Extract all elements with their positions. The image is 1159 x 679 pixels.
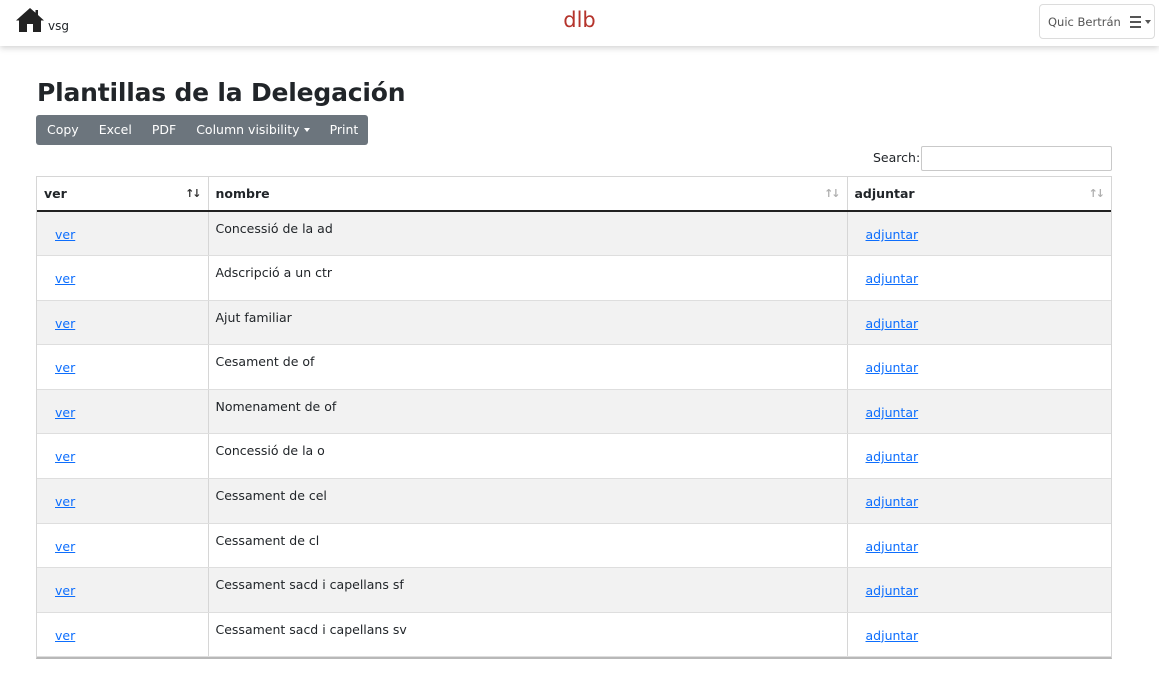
cell-ver: ver: [37, 478, 209, 524]
adjuntar-link[interactable]: adjuntar: [866, 539, 919, 554]
sort-arrows-icon: ↑↓: [185, 187, 202, 200]
column-header-nombre[interactable]: nombre ↑↓: [208, 177, 848, 212]
cell-adjuntar: adjuntar: [847, 300, 1111, 346]
cell-adjuntar: adjuntar: [847, 255, 1111, 301]
column-header-ver[interactable]: ver ↑↓: [37, 177, 209, 212]
cell-adjuntar: adjuntar: [847, 612, 1111, 658]
ver-link[interactable]: ver: [55, 405, 75, 420]
page-title: Plantillas de la Delegación: [37, 78, 406, 107]
ver-link[interactable]: ver: [55, 316, 75, 331]
cell-adjuntar: adjuntar: [847, 567, 1111, 613]
ver-link[interactable]: ver: [55, 628, 75, 643]
cell-ver: ver: [37, 523, 209, 569]
cell-nombre: Adscripció a un ctr: [208, 255, 848, 301]
hamburger-menu-icon: [1129, 15, 1141, 28]
cell-adjuntar: adjuntar: [847, 478, 1111, 524]
cell-ver: ver: [37, 567, 209, 613]
sort-arrows-icon: ↑↓: [824, 187, 841, 200]
column-header-adjuntar[interactable]: adjuntar ↑↓: [847, 177, 1111, 212]
cell-nombre: Cessament de cel: [208, 478, 848, 524]
table-row: ver Nomenament de of adjuntar: [37, 389, 1111, 435]
adjuntar-link[interactable]: adjuntar: [866, 227, 919, 242]
adjuntar-link[interactable]: adjuntar: [866, 494, 919, 509]
excel-button[interactable]: Excel: [89, 115, 142, 145]
adjuntar-link[interactable]: adjuntar: [866, 360, 919, 375]
cell-nombre: Nomenament de of: [208, 389, 848, 435]
cell-ver: ver: [37, 344, 209, 390]
cell-adjuntar: adjuntar: [847, 389, 1111, 435]
cell-nombre: Ajut familiar: [208, 300, 848, 346]
search-input[interactable]: [921, 146, 1112, 171]
user-menu-button[interactable]: Quic Bertrán: [1039, 4, 1155, 39]
cell-nombre: Concessió de la o: [208, 433, 848, 480]
ver-link[interactable]: ver: [55, 227, 75, 242]
cell-nombre: Cessament de cl: [208, 523, 848, 569]
adjuntar-link[interactable]: adjuntar: [866, 628, 919, 643]
table-row: ver Cessament de cel adjuntar: [37, 478, 1111, 524]
copy-button[interactable]: Copy: [36, 115, 89, 145]
table-row: ver Cessament sacd i capellans sf adjuntar: [37, 567, 1111, 613]
print-button[interactable]: Print: [320, 115, 369, 145]
ver-link[interactable]: ver: [55, 494, 75, 509]
cell-nombre: Concessió de la ad: [208, 211, 848, 257]
cell-ver: ver: [37, 612, 209, 658]
cell-adjuntar: adjuntar: [847, 433, 1111, 480]
chevron-down-icon: [303, 128, 310, 132]
table-row: ver Adscripció a un ctr adjuntar: [37, 255, 1111, 301]
table-header-row: ver ↑↓ nombre ↑↓ adjuntar ↑↓: [37, 177, 1111, 212]
cell-ver: ver: [37, 433, 209, 480]
table-row: ver Cessament sacd i capellans sv adjuntar: [37, 612, 1111, 658]
cell-ver: ver: [37, 211, 209, 257]
cell-ver: ver: [37, 300, 209, 346]
column-visibility-label: Column visibility: [196, 122, 300, 137]
cell-nombre: Cessament sacd i capellans sv: [208, 612, 848, 658]
export-button-group: Copy Excel PDF Column visibility Print: [36, 115, 369, 145]
user-name: Quic Bertrán: [1048, 14, 1121, 29]
adjuntar-link[interactable]: adjuntar: [866, 271, 919, 286]
brand-title[interactable]: dlb: [563, 8, 596, 32]
adjuntar-link[interactable]: adjuntar: [866, 405, 919, 420]
ver-link[interactable]: ver: [55, 583, 75, 598]
ver-link[interactable]: ver: [55, 360, 75, 375]
cell-nombre: Cesament de of: [208, 344, 848, 390]
cell-ver: ver: [37, 255, 209, 301]
chevron-down-icon: [1144, 19, 1151, 24]
cell-nombre: Cessament sacd i capellans sf: [208, 567, 848, 613]
adjuntar-link[interactable]: adjuntar: [866, 449, 919, 464]
sort-arrows-icon: ↑↓: [1088, 187, 1106, 200]
table-row: ver Cessament de cl adjuntar: [37, 523, 1111, 569]
cell-adjuntar: adjuntar: [847, 211, 1111, 257]
ver-link[interactable]: ver: [55, 449, 75, 464]
table-row: ver Concessió de la ad adjuntar: [37, 211, 1111, 257]
adjuntar-link[interactable]: adjuntar: [866, 583, 919, 598]
cell-adjuntar: adjuntar: [847, 344, 1111, 390]
table-row: ver Cesament de of adjuntar: [37, 344, 1111, 390]
templates-table: ver ↑↓ nombre ↑↓ adjuntar ↑↓ ver Concessi…: [36, 176, 1112, 660]
column-visibility-button[interactable]: Column visibility: [186, 115, 319, 145]
search-label: Search:: [873, 150, 921, 165]
cell-ver: ver: [37, 389, 209, 435]
table-row: ver Ajut familiar adjuntar: [37, 300, 1111, 346]
pdf-button[interactable]: PDF: [142, 115, 186, 145]
ver-link[interactable]: ver: [55, 539, 75, 554]
adjuntar-link[interactable]: adjuntar: [866, 316, 919, 331]
top-navbar: vsg dlb Quic Bertrán: [0, 0, 1159, 46]
ver-link[interactable]: ver: [55, 271, 75, 286]
table-row: ver Concessió de la o adjuntar: [37, 433, 1111, 480]
cell-adjuntar: adjuntar: [847, 523, 1111, 569]
